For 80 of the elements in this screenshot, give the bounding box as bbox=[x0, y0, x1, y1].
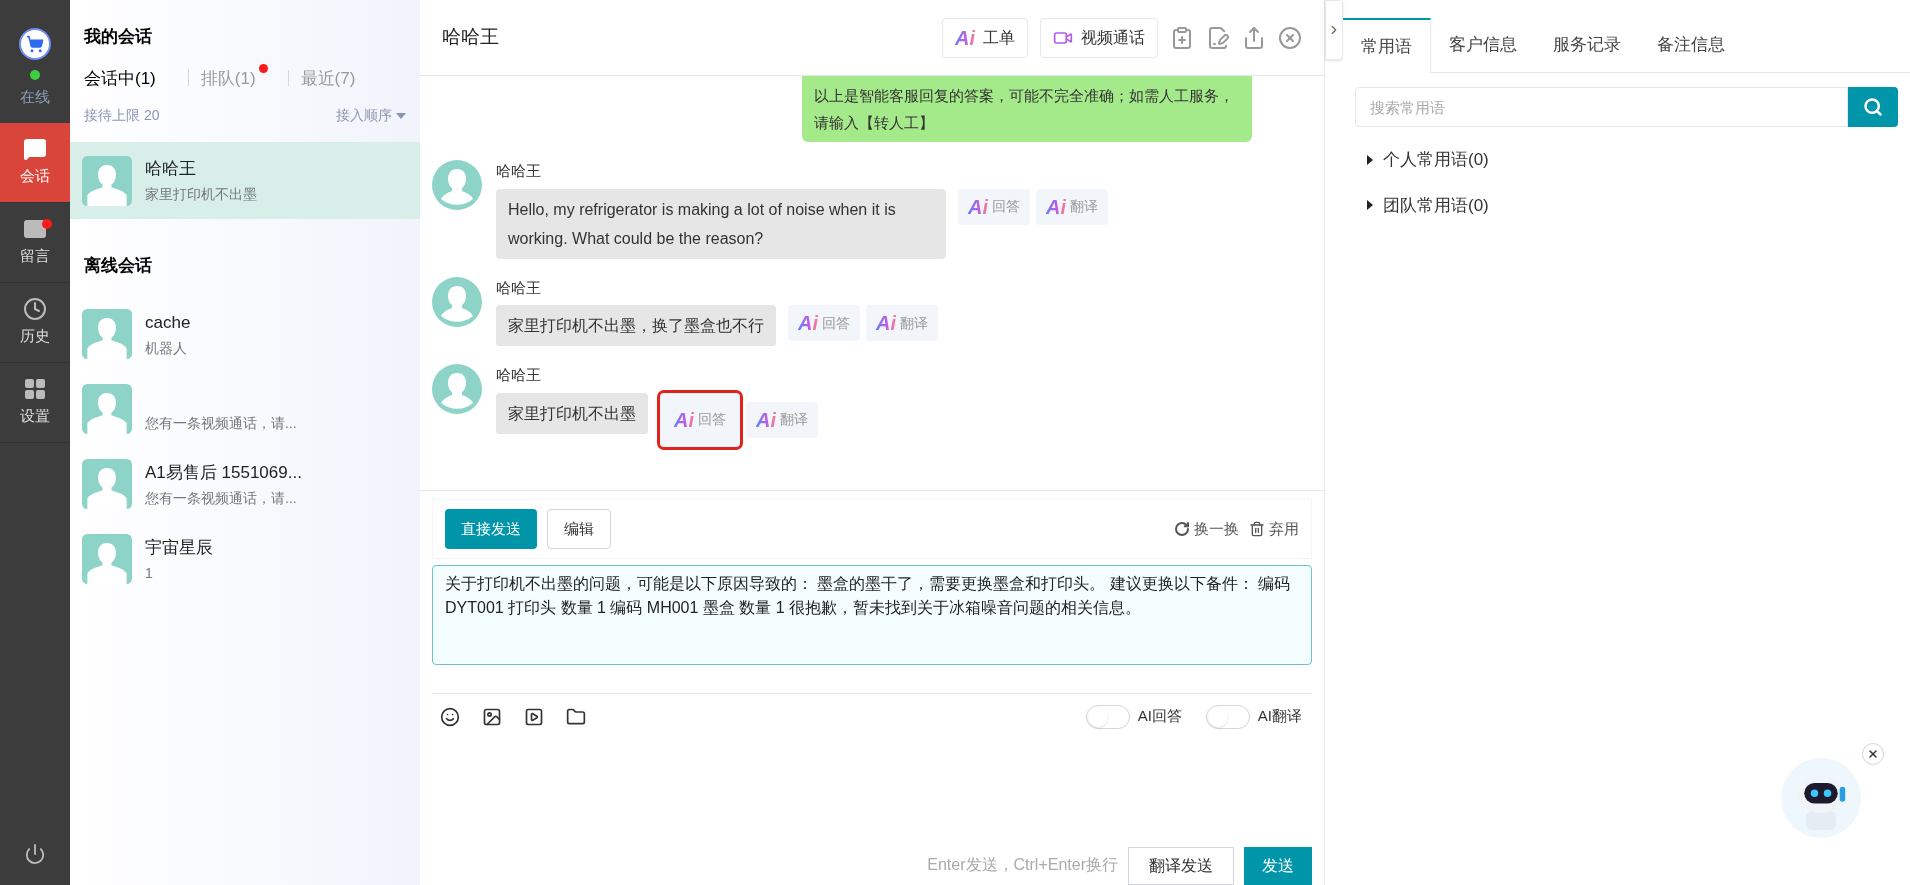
toggle-label: AI翻译 bbox=[1257, 706, 1302, 727]
share-icon[interactable] bbox=[1242, 25, 1266, 50]
side-tab[interactable]: 服务记录 bbox=[1535, 17, 1639, 72]
contact-name: A1易售后 1551069... bbox=[145, 462, 302, 484]
close-button[interactable] bbox=[1862, 743, 1884, 765]
avatar-icon bbox=[432, 160, 482, 210]
add-note-icon[interactable] bbox=[1170, 25, 1194, 50]
session-tab[interactable]: 会话中(1) bbox=[84, 65, 176, 91]
sender-name: 哈哈王 bbox=[496, 277, 542, 298]
video-file-icon[interactable] bbox=[524, 706, 544, 727]
avatar-icon bbox=[82, 533, 132, 584]
avatar-icon bbox=[432, 276, 482, 327]
edit-document-icon[interactable] bbox=[1206, 25, 1230, 50]
reception-limit: 接待上限 20 bbox=[84, 106, 160, 125]
message-preview: 您有一条视频通话，请... bbox=[145, 488, 298, 508]
session-item[interactable]: 宇宙星辰 1 bbox=[70, 533, 420, 584]
agent-message-bubble: 以上是智能客服回复的答案，可能不完全准确；如需人工服务，请输入【转人工】 bbox=[802, 76, 1252, 142]
send-button[interactable]: 发送 bbox=[1244, 847, 1312, 885]
caret-icon bbox=[396, 112, 406, 119]
shortcut-hint: Enter发送，Ctrl+Enter换行 bbox=[927, 855, 1118, 875]
avatar-icon bbox=[82, 383, 132, 434]
emoji-icon[interactable] bbox=[440, 706, 460, 727]
session-item[interactable]: cache 机器人 bbox=[70, 308, 420, 359]
customer-message-bubble: Hello, my refrigerator is making a lot of noise when it is working. What could be the reason? bbox=[496, 188, 946, 259]
avatar-icon bbox=[432, 364, 482, 414]
phrase-group[interactable]: 团队常用语(0) bbox=[1367, 192, 1886, 218]
customer-message-bubble: 家里打印机不出墨 bbox=[496, 392, 648, 434]
folder-icon[interactable] bbox=[566, 706, 586, 727]
robot-assistant-drawing[interactable] bbox=[1780, 757, 1862, 839]
chat-title: 哈哈王 bbox=[442, 25, 499, 50]
toggle-label: AI回答 bbox=[1137, 706, 1182, 727]
search-button[interactable] bbox=[1848, 87, 1898, 127]
refresh-icon bbox=[1174, 521, 1190, 537]
session-item[interactable]: 您有一条视频通话，请... bbox=[70, 383, 420, 434]
nav-item[interactable]: 会话 bbox=[0, 122, 70, 203]
translate-send-button[interactable]: 翻译发送 bbox=[1128, 847, 1234, 885]
trash-icon bbox=[1249, 521, 1265, 537]
send-directly-button[interactable]: 直接发送 bbox=[445, 509, 537, 549]
work-order-button[interactable]: Ai 工单 bbox=[942, 17, 1028, 58]
status-label: 在线 bbox=[20, 87, 50, 107]
message-preview: 机器人 bbox=[145, 338, 188, 358]
video-call-button[interactable]: 视频通话 bbox=[1040, 17, 1158, 58]
customer-message-bubble: 家里打印机不出墨，换了墨盒也不行 bbox=[496, 305, 776, 346]
toggle-switch[interactable] bbox=[1205, 704, 1250, 729]
sender-name: 哈哈王 bbox=[496, 365, 542, 385]
message-preview: 您有一条视频通话，请... bbox=[145, 413, 297, 433]
session-item[interactable]: A1易售后 1551069... 您有一条视频通话，请... bbox=[70, 458, 420, 509]
close-icon[interactable] bbox=[1278, 25, 1302, 50]
image-icon[interactable] bbox=[482, 706, 502, 727]
edit-button[interactable]: 编辑 bbox=[547, 509, 611, 549]
grid-icon bbox=[23, 376, 47, 401]
side-tab[interactable]: 备注信息 bbox=[1639, 17, 1743, 72]
sender-name: 哈哈王 bbox=[496, 161, 542, 181]
caret-icon bbox=[1367, 154, 1373, 165]
suggestion-text-area[interactable]: 关于打印机不出墨的问题，可能是以下原因导致的： 墨盒的墨干了，需要更换墨盒和打印头。 建议更换以下备件： 编码 DYT001 打印头 数量 1 编码 MH001 墨盒 数量 1 很抱歉，暂未找到关于冰箱噪音问题的相关信息。 bbox=[432, 565, 1312, 665]
message-preview: 家里打印机不出墨 bbox=[145, 184, 257, 204]
section-title: 离线会话 bbox=[83, 255, 153, 277]
side-tab[interactable]: 客户信息 bbox=[1431, 17, 1535, 72]
avatar-icon bbox=[82, 308, 132, 359]
power-icon[interactable] bbox=[24, 843, 46, 865]
phrase-group[interactable]: 个人常用语(0) bbox=[1367, 147, 1886, 173]
close-icon bbox=[1867, 748, 1879, 760]
cart-icon bbox=[26, 35, 44, 53]
side-tab[interactable]: 常用语 bbox=[1343, 18, 1431, 73]
search-field[interactable]: 搜索常用语 bbox=[1355, 87, 1848, 127]
chat-bubble-icon bbox=[23, 136, 47, 161]
contact-name: cache bbox=[145, 312, 191, 334]
clock-icon bbox=[23, 296, 47, 321]
panel-title: 我的会话 bbox=[84, 26, 153, 48]
session-item[interactable]: 哈哈王 家里打印机不出墨 bbox=[70, 142, 420, 219]
contact-name: 宇宙星辰 bbox=[145, 537, 213, 559]
avatar-icon bbox=[82, 155, 132, 206]
discard-button[interactable]: 弃用 bbox=[1249, 517, 1299, 541]
contact-name: 哈哈王 bbox=[145, 158, 197, 181]
avatar-icon bbox=[82, 458, 132, 509]
caret-icon bbox=[1367, 200, 1373, 211]
search-icon bbox=[1863, 97, 1883, 117]
toggle-switch[interactable] bbox=[1085, 704, 1130, 729]
message-preview: 1 bbox=[145, 563, 154, 583]
refresh-button[interactable]: 换一换 bbox=[1174, 517, 1239, 541]
